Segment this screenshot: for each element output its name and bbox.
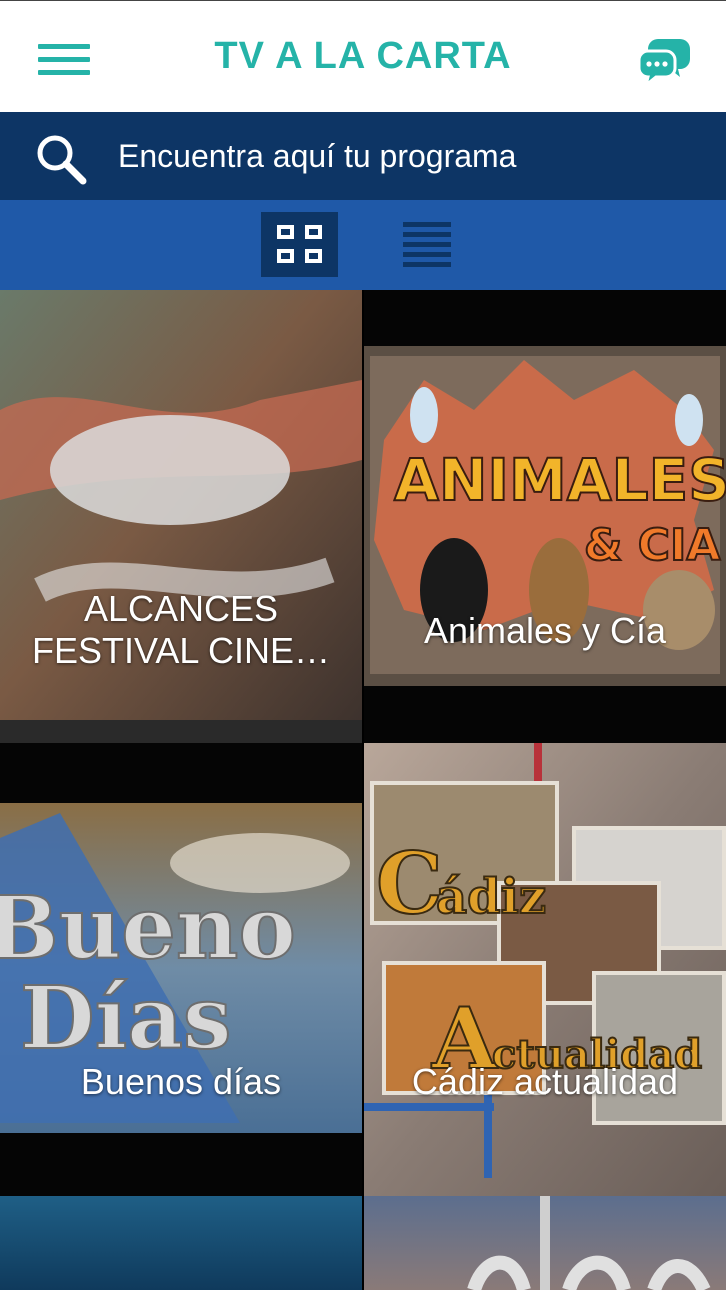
program-thumbnail — [0, 290, 362, 743]
list-view-icon — [403, 252, 451, 257]
app-header: TV A LA CARTA — [0, 0, 726, 112]
grid-view-icon — [277, 225, 294, 239]
list-view-icon — [403, 262, 451, 267]
svg-text:Bueno: Bueno — [0, 878, 296, 979]
list-view-icon — [403, 242, 451, 247]
program-tile[interactable] — [364, 1196, 726, 1290]
program-tile-cadiz-actualidad[interactable]: C ádiz A ctualidad Cádiz actualidad — [364, 743, 726, 1196]
search-icon — [37, 135, 87, 185]
list-view-icon — [403, 232, 451, 237]
grid-view-button[interactable] — [261, 212, 338, 277]
program-thumbnail — [364, 1196, 726, 1290]
search-input[interactable]: Encuentra aquí tu programa — [118, 138, 516, 175]
program-tile-alcances[interactable]: ALCANCES FESTIVAL CINE… — [0, 290, 362, 743]
list-view-button[interactable] — [403, 222, 451, 268]
program-title: ALCANCES FESTIVAL CINE… — [31, 588, 331, 671]
program-thumbnail: Bueno Días — [0, 743, 362, 1196]
svg-text:ANIMALES: ANIMALES — [394, 446, 726, 514]
view-toggle-bar — [0, 200, 726, 290]
grid-view-icon — [277, 249, 294, 263]
chat-button[interactable] — [636, 31, 692, 89]
list-view-icon — [403, 222, 451, 227]
grid-view-icon — [305, 249, 322, 263]
program-tile[interactable] — [0, 1196, 362, 1290]
program-tile-animales[interactable]: ANIMALES & CIA Animales y Cía — [364, 290, 726, 743]
svg-text:& CIA: & CIA — [584, 520, 720, 571]
program-title: Buenos días — [80, 1061, 282, 1102]
grid-view-icon — [305, 225, 322, 239]
program-thumbnail: C ádiz A ctualidad — [364, 743, 726, 1196]
svg-text:C: C — [376, 834, 443, 933]
page-title: TV A LA CARTA — [214, 35, 512, 77]
svg-text:Días: Días — [20, 968, 231, 1069]
program-tile-buenos-dias[interactable]: Bueno Días Buenos días — [0, 743, 362, 1196]
chat-bubbles-icon — [637, 39, 690, 89]
program-title: Cádiz actualidad — [411, 1061, 679, 1102]
program-title: Animales y Cía — [423, 610, 667, 651]
program-thumbnail — [0, 1196, 362, 1290]
program-thumbnail: ANIMALES & CIA — [364, 290, 726, 743]
svg-text:ádiz: ádiz — [436, 869, 546, 925]
